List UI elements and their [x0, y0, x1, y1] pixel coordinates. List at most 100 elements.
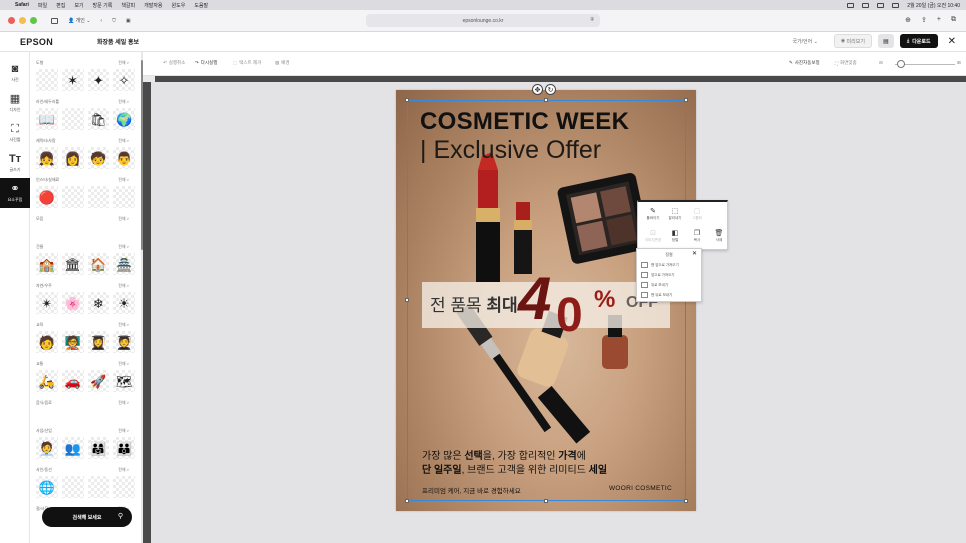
element-thumbnail[interactable]: ✧: [113, 69, 135, 91]
bring-to-front-item[interactable]: 맨 앞으로 가져오기: [641, 262, 679, 268]
context-item[interactable]: ▢ 그룹화: [686, 208, 708, 221]
element-thumbnail[interactable]: [61, 476, 84, 498]
see-all-link[interactable]: 전체 >: [118, 177, 129, 183]
undo-button[interactable]: ↶ 실행취소: [163, 60, 185, 66]
element-thumbnail[interactable]: 👥: [61, 437, 84, 459]
preview-button[interactable]: ◉ 미리보기: [833, 34, 872, 48]
redo-button[interactable]: ↷ 다시실행: [195, 60, 217, 66]
sidebar-toggle-icon[interactable]: [51, 17, 58, 24]
element-thumbnail[interactable]: 🏯: [113, 253, 135, 275]
rail-elements[interactable]: ⚭ 요소꾸밈: [0, 178, 30, 208]
close-submenu-icon[interactable]: ✕: [692, 250, 697, 257]
element-thumbnail[interactable]: 🌍: [113, 108, 135, 130]
back-icon[interactable]: ‹: [100, 18, 102, 24]
rail-photo[interactable]: ◙ 사진: [0, 58, 30, 88]
see-all-link[interactable]: 전체 >: [118, 400, 129, 406]
element-thumbnail[interactable]: 👪: [113, 437, 135, 459]
minimize-window-button[interactable]: [19, 17, 26, 24]
download-button[interactable]: ⤓ 다운로드: [899, 34, 938, 48]
element-thumbnail[interactable]: ✴: [36, 292, 58, 314]
element-thumbnail[interactable]: [113, 476, 135, 498]
poster-headline[interactable]: COSMETIC WEEK: [420, 108, 629, 136]
see-all-link[interactable]: 전체 >: [118, 283, 129, 289]
element-thumbnail[interactable]: 🧑: [36, 331, 58, 353]
search-button[interactable]: 검색해 보세요 ⚲: [42, 507, 132, 527]
element-thumbnail[interactable]: [87, 186, 110, 208]
zoom-window-button[interactable]: [30, 17, 37, 24]
menu-edit[interactable]: 편집: [56, 2, 65, 9]
element-thumbnail[interactable]: 👩‍🎓: [87, 331, 110, 353]
poster-body[interactable]: 가장 많은 선택을, 가장 합리적인 가격에 단 일주일, 브랜드 고객을 위한…: [422, 450, 607, 478]
element-thumbnail[interactable]: 🧑‍🎓: [113, 331, 135, 353]
see-all-link[interactable]: 전체 >: [118, 99, 129, 105]
poster-footer-right[interactable]: WOORI COSMETIC: [609, 485, 672, 492]
element-thumbnail[interactable]: 🏠: [87, 253, 110, 275]
see-all-link[interactable]: 전체 >: [118, 216, 129, 222]
see-all-link[interactable]: 전체 >: [118, 244, 129, 250]
element-thumbnail[interactable]: 🔴: [36, 186, 58, 208]
menu-bookmarks[interactable]: 책갈피: [121, 2, 135, 9]
element-thumbnail[interactable]: [113, 186, 135, 208]
rail-frame[interactable]: ⛶ 사진틀: [0, 118, 30, 148]
element-thumbnail[interactable]: 🧒: [87, 147, 110, 169]
menu-develop[interactable]: 개발자용: [144, 2, 162, 9]
rotate-icon[interactable]: ↻: [545, 84, 556, 95]
context-item[interactable]: ✎ 툴바이기: [642, 208, 664, 221]
poster-subhead[interactable]: | Exclusive Offer: [420, 136, 601, 165]
background-button[interactable]: ▨ 배경: [275, 60, 290, 66]
menu-history[interactable]: 방문 기록: [93, 2, 113, 9]
language-select[interactable]: 국가/언어 ⌄: [792, 38, 817, 45]
context-item[interactable]: 🗑 삭제: [708, 230, 730, 243]
see-all-link[interactable]: 전체 >: [118, 60, 129, 66]
tabs-overview-icon[interactable]: ⧉: [951, 16, 956, 24]
element-thumbnail[interactable]: 👨‍👩‍👧: [87, 437, 110, 459]
discount-band[interactable]: 전 품목 최대 4 0 % OFF: [422, 265, 670, 342]
save-button[interactable]: ▤: [877, 34, 894, 48]
send-backward-item[interactable]: 뒤로 보내기: [641, 282, 668, 288]
move-icon[interactable]: ✥: [532, 84, 543, 95]
element-thumbnail[interactable]: [36, 69, 58, 91]
element-thumbnail[interactable]: 🏛: [61, 253, 84, 275]
wifi-icon[interactable]: [877, 2, 885, 8]
reader-icon[interactable]: ▣: [126, 18, 131, 24]
element-thumbnail[interactable]: ☀: [113, 292, 135, 314]
element-thumbnail[interactable]: 👨: [113, 147, 135, 169]
battery-icon[interactable]: [862, 2, 870, 8]
rail-text[interactable]: Tт 글쓰기: [0, 148, 30, 178]
close-editor-icon[interactable]: ✕: [948, 36, 956, 47]
profile-button[interactable]: 👤 개인 ⌄: [68, 17, 90, 24]
zoom-out-icon[interactable]: ⊟: [879, 60, 883, 66]
element-thumbnail[interactable]: [87, 476, 110, 498]
send-to-back-item[interactable]: 맨 뒤로 보내기: [641, 292, 672, 298]
address-bar[interactable]: epsonlounge.co.kr ⍟: [366, 14, 600, 27]
see-all-link[interactable]: 전체 >: [118, 428, 129, 434]
ai-photo-button[interactable]: ✎ 사진자동보정: [789, 60, 820, 66]
element-thumbnail[interactable]: 🚀: [87, 370, 110, 392]
element-thumbnail[interactable]: ❄: [87, 292, 110, 314]
context-item[interactable]: ◧ 정렬: [664, 230, 686, 243]
element-thumbnail[interactable]: 👩: [61, 147, 84, 169]
element-thumbnail[interactable]: [61, 186, 84, 208]
menu-app[interactable]: Safari: [15, 2, 29, 8]
close-window-button[interactable]: [8, 17, 15, 24]
fit-screen-button[interactable]: ⛶ 화면맞춤: [835, 60, 857, 66]
element-thumbnail[interactable]: ✦: [87, 69, 110, 91]
element-thumbnail[interactable]: 🌸: [61, 292, 84, 314]
menu-file[interactable]: 파일: [38, 2, 47, 9]
context-item[interactable]: ❐ 복사: [686, 230, 708, 243]
control-center-icon[interactable]: [892, 2, 900, 8]
download-icon[interactable]: ⊕: [905, 16, 911, 24]
element-thumbnail[interactable]: 🧑‍🏫: [61, 331, 84, 353]
element-thumbnail[interactable]: 👧: [36, 147, 58, 169]
menu-help[interactable]: 도움말: [194, 2, 208, 9]
zoom-slider-knob[interactable]: [897, 60, 905, 68]
context-item[interactable]: ⬚ 잘라내기: [664, 208, 686, 221]
new-tab-icon[interactable]: +: [937, 16, 941, 24]
menu-window[interactable]: 윈도우: [172, 2, 186, 9]
poster-footer-left[interactable]: 프리미엄 케어, 지금 바로 경험하세요: [422, 485, 521, 495]
zoom-in-icon[interactable]: ⊞: [957, 60, 961, 66]
document-title[interactable]: 화장품 세일 홍보: [97, 37, 139, 46]
bring-forward-item[interactable]: 앞으로 가져오기: [641, 272, 675, 278]
display-icon[interactable]: [847, 2, 855, 8]
rail-design[interactable]: ▦ 디자인: [0, 88, 30, 118]
